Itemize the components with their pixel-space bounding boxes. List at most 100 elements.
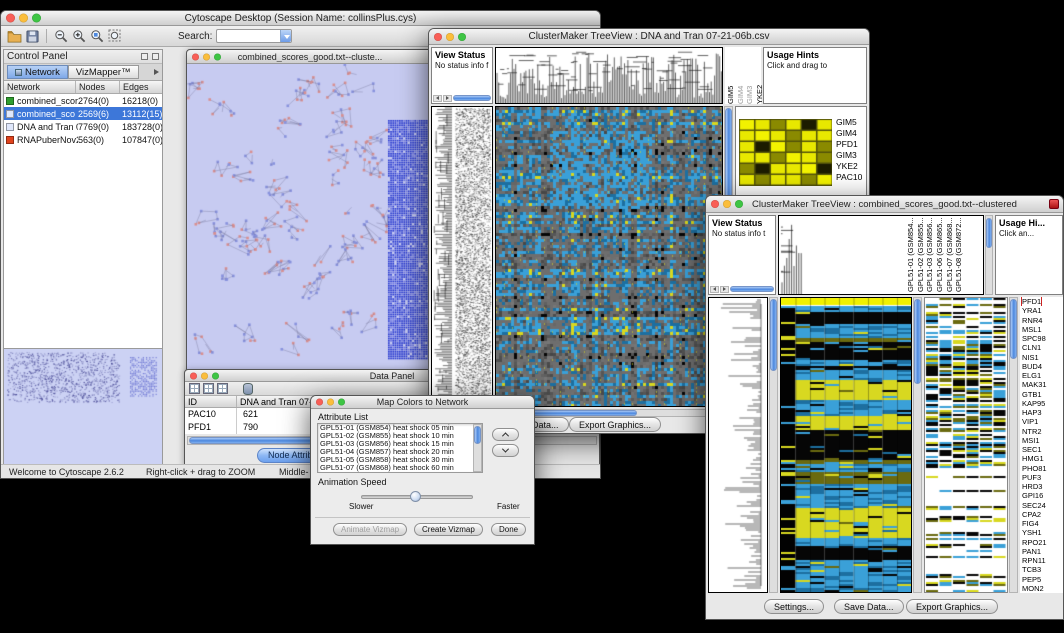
array-label[interactable]: GPL51-02 (GSM855...: [917, 218, 926, 292]
float-panel-icon[interactable]: [141, 53, 148, 60]
scrollbar-thumb[interactable]: [770, 299, 777, 371]
column-header-id[interactable]: ID: [185, 396, 237, 407]
scrollbar-thumb[interactable]: [474, 426, 481, 444]
network-view-canvas[interactable]: [187, 64, 433, 374]
open-file-icon[interactable]: [7, 30, 22, 43]
gene-label[interactable]: CPA2: [1020, 510, 1063, 519]
gene-label[interactable]: SEC24: [1020, 501, 1063, 510]
minimize-button[interactable]: [19, 14, 28, 23]
gene-label[interactable]: RPN11: [1020, 556, 1063, 565]
gene-label[interactable]: TCB3: [1020, 565, 1063, 574]
close-panel-icon[interactable]: [152, 53, 159, 60]
dendrogram-vscrollbar[interactable]: [769, 297, 778, 593]
attribute-item[interactable]: GPL51-07 (GSM868) heat shock 60 min: [318, 464, 482, 472]
gene-label[interactable]: KAP95: [1020, 399, 1063, 408]
gene-label[interactable]: RNR4: [1020, 316, 1063, 325]
gene-label[interactable]: CLN1: [1020, 343, 1063, 352]
column-header-nodes[interactable]: Nodes: [76, 81, 120, 93]
gene-label[interactable]: MON2: [1020, 584, 1063, 593]
search-dropdown-icon[interactable]: [280, 30, 291, 42]
minimize-button[interactable]: [203, 53, 210, 60]
gene-label[interactable]: HAP3: [1020, 408, 1063, 417]
close-button[interactable]: [434, 33, 442, 41]
network-view-titlebar[interactable]: combined_scores_good.txt--cluste...: [187, 50, 433, 64]
list-vscrollbar[interactable]: [473, 424, 482, 472]
delete-attribute-icon[interactable]: [217, 383, 228, 394]
close-button[interactable]: [6, 14, 15, 23]
close-button[interactable]: [711, 200, 719, 208]
map-colors-titlebar[interactable]: Map Colors to Network: [311, 396, 534, 409]
gene-label[interactable]: GIM5: [836, 117, 862, 128]
network-table-row[interactable]: combined_scores2764(0)16218(0): [4, 94, 162, 107]
done-button[interactable]: Done: [491, 523, 526, 536]
scroll-right-icon[interactable]: [443, 95, 452, 102]
scroll-right-icon[interactable]: [720, 286, 729, 293]
array-label[interactable]: GPL51-07 (GSM868...: [946, 218, 955, 292]
gene-label[interactable]: PUF3: [1020, 473, 1063, 482]
gene-label[interactable]: PAC10: [836, 172, 862, 183]
treeview-button[interactable]: Save Data...: [834, 599, 904, 614]
gene-label[interactable]: MSI1: [1020, 436, 1063, 445]
column-label[interactable]: GIM5: [727, 48, 736, 104]
minimize-button[interactable]: [446, 33, 454, 41]
gene-label[interactable]: SEC1: [1020, 445, 1063, 454]
scrollbar-thumb[interactable]: [725, 108, 732, 203]
gene-label[interactable]: GPI16: [1020, 491, 1063, 500]
treeview-combined-titlebar[interactable]: ClusterMaker TreeView : combined_scores_…: [706, 196, 1063, 213]
create-attribute-icon[interactable]: [203, 383, 214, 394]
secondary-vscrollbar[interactable]: [1009, 297, 1018, 593]
gene-label[interactable]: VIP1: [1020, 417, 1063, 426]
tab-overflow-arrow-icon[interactable]: [154, 69, 159, 75]
scroll-left-icon[interactable]: [433, 95, 442, 102]
network-table-row[interactable]: DNA and Tran 077769(0)183728(0): [4, 120, 162, 133]
treeview-button[interactable]: Settings...: [764, 599, 824, 614]
network-table-row[interactable]: combined_sco2569(6)13112(15): [4, 107, 162, 120]
gene-label[interactable]: PFD1: [836, 139, 862, 150]
dna-heatmap[interactable]: [495, 106, 723, 407]
gene-label[interactable]: HMG1: [1020, 454, 1063, 463]
save-icon[interactable]: [26, 30, 39, 43]
dna-row-dendrogram[interactable]: [431, 106, 493, 407]
speed-slider-thumb[interactable]: [410, 491, 421, 502]
scrollbar-thumb[interactable]: [1010, 299, 1017, 359]
column-label[interactable]: GIM4: [737, 48, 746, 104]
gene-label[interactable]: HRD3: [1020, 482, 1063, 491]
gene-label[interactable]: GIM4: [836, 128, 862, 139]
column-label[interactable]: GIM3: [746, 48, 755, 104]
select-attributes-icon[interactable]: [189, 383, 200, 394]
gene-label[interactable]: YSH1: [1020, 528, 1063, 537]
array-label[interactable]: GPL51-03 (GSM856...: [926, 218, 935, 292]
cytoscape-titlebar[interactable]: Cytoscape Desktop (Session Name: collins…: [1, 11, 600, 26]
gene-label[interactable]: GIM3: [836, 150, 862, 161]
gene-label[interactable]: PFD1: [1020, 297, 1063, 306]
treeview-button[interactable]: Export Graphics...: [569, 417, 661, 432]
scrollbar-thumb[interactable]: [986, 218, 992, 248]
tab-vizmapper[interactable]: VizMapper™: [68, 65, 139, 79]
gene-label[interactable]: PAN1: [1020, 547, 1063, 556]
search-input[interactable]: [216, 29, 292, 43]
close-button[interactable]: [190, 372, 197, 379]
move-down-button[interactable]: [492, 444, 519, 457]
scrollbar-thumb[interactable]: [730, 286, 774, 292]
gene-label[interactable]: PHO81: [1020, 464, 1063, 473]
scrollbar-thumb[interactable]: [453, 95, 491, 101]
array-label[interactable]: GPL51-01 (GSM854...: [907, 218, 916, 292]
heatmap-vscrollbar[interactable]: [913, 297, 922, 593]
gene-label[interactable]: YRA1: [1020, 306, 1063, 315]
gene-label[interactable]: BUD4: [1020, 362, 1063, 371]
combined-secondary-heatmap[interactable]: [924, 297, 1008, 593]
birdseye-view[interactable]: [4, 348, 162, 466]
scroll-left-icon[interactable]: [710, 286, 719, 293]
dna-column-dendrogram[interactable]: [495, 47, 723, 104]
array-label[interactable]: GPL51-06 (GSM865...: [936, 218, 945, 292]
gene-label[interactable]: NIS1: [1020, 353, 1063, 362]
minimize-button[interactable]: [327, 399, 334, 406]
tab-network[interactable]: Network: [7, 65, 68, 79]
header-vscrollbar[interactable]: [985, 215, 993, 295]
column-header-network[interactable]: Network: [4, 81, 76, 93]
move-up-button[interactable]: [492, 428, 519, 441]
scrollbar-thumb[interactable]: [914, 299, 921, 384]
zoom-selected-icon[interactable]: [90, 29, 104, 43]
gene-label[interactable]: SPC98: [1020, 334, 1063, 343]
create-vizmap-button[interactable]: Create Vizmap: [414, 523, 483, 536]
